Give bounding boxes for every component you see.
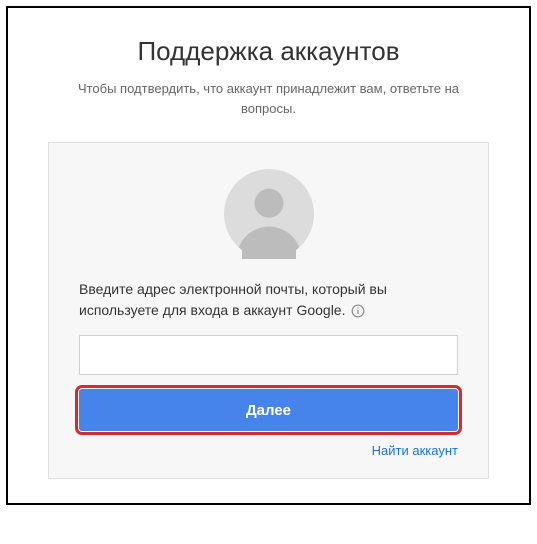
instruction-label: Введите адрес электронной почты, который…	[79, 281, 387, 318]
find-account-link[interactable]: Найти аккаунт	[372, 443, 458, 458]
email-field[interactable]	[79, 335, 458, 375]
info-icon[interactable]	[351, 304, 365, 318]
person-circle-icon	[224, 169, 314, 259]
page-subtitle: Чтобы подтвердить, что аккаунт принадлеж…	[32, 79, 505, 118]
next-button[interactable]: Далее	[79, 389, 458, 431]
instruction-text: Введите адрес электронной почты, который…	[79, 279, 458, 321]
find-account-row: Найти аккаунт	[79, 443, 458, 458]
dialog-container: Поддержка аккаунтов Чтобы подтвердить, ч…	[6, 6, 531, 505]
page-title: Поддержка аккаунтов	[32, 36, 505, 67]
signin-card: Введите адрес электронной почты, который…	[48, 142, 489, 479]
avatar-wrap	[79, 169, 458, 259]
